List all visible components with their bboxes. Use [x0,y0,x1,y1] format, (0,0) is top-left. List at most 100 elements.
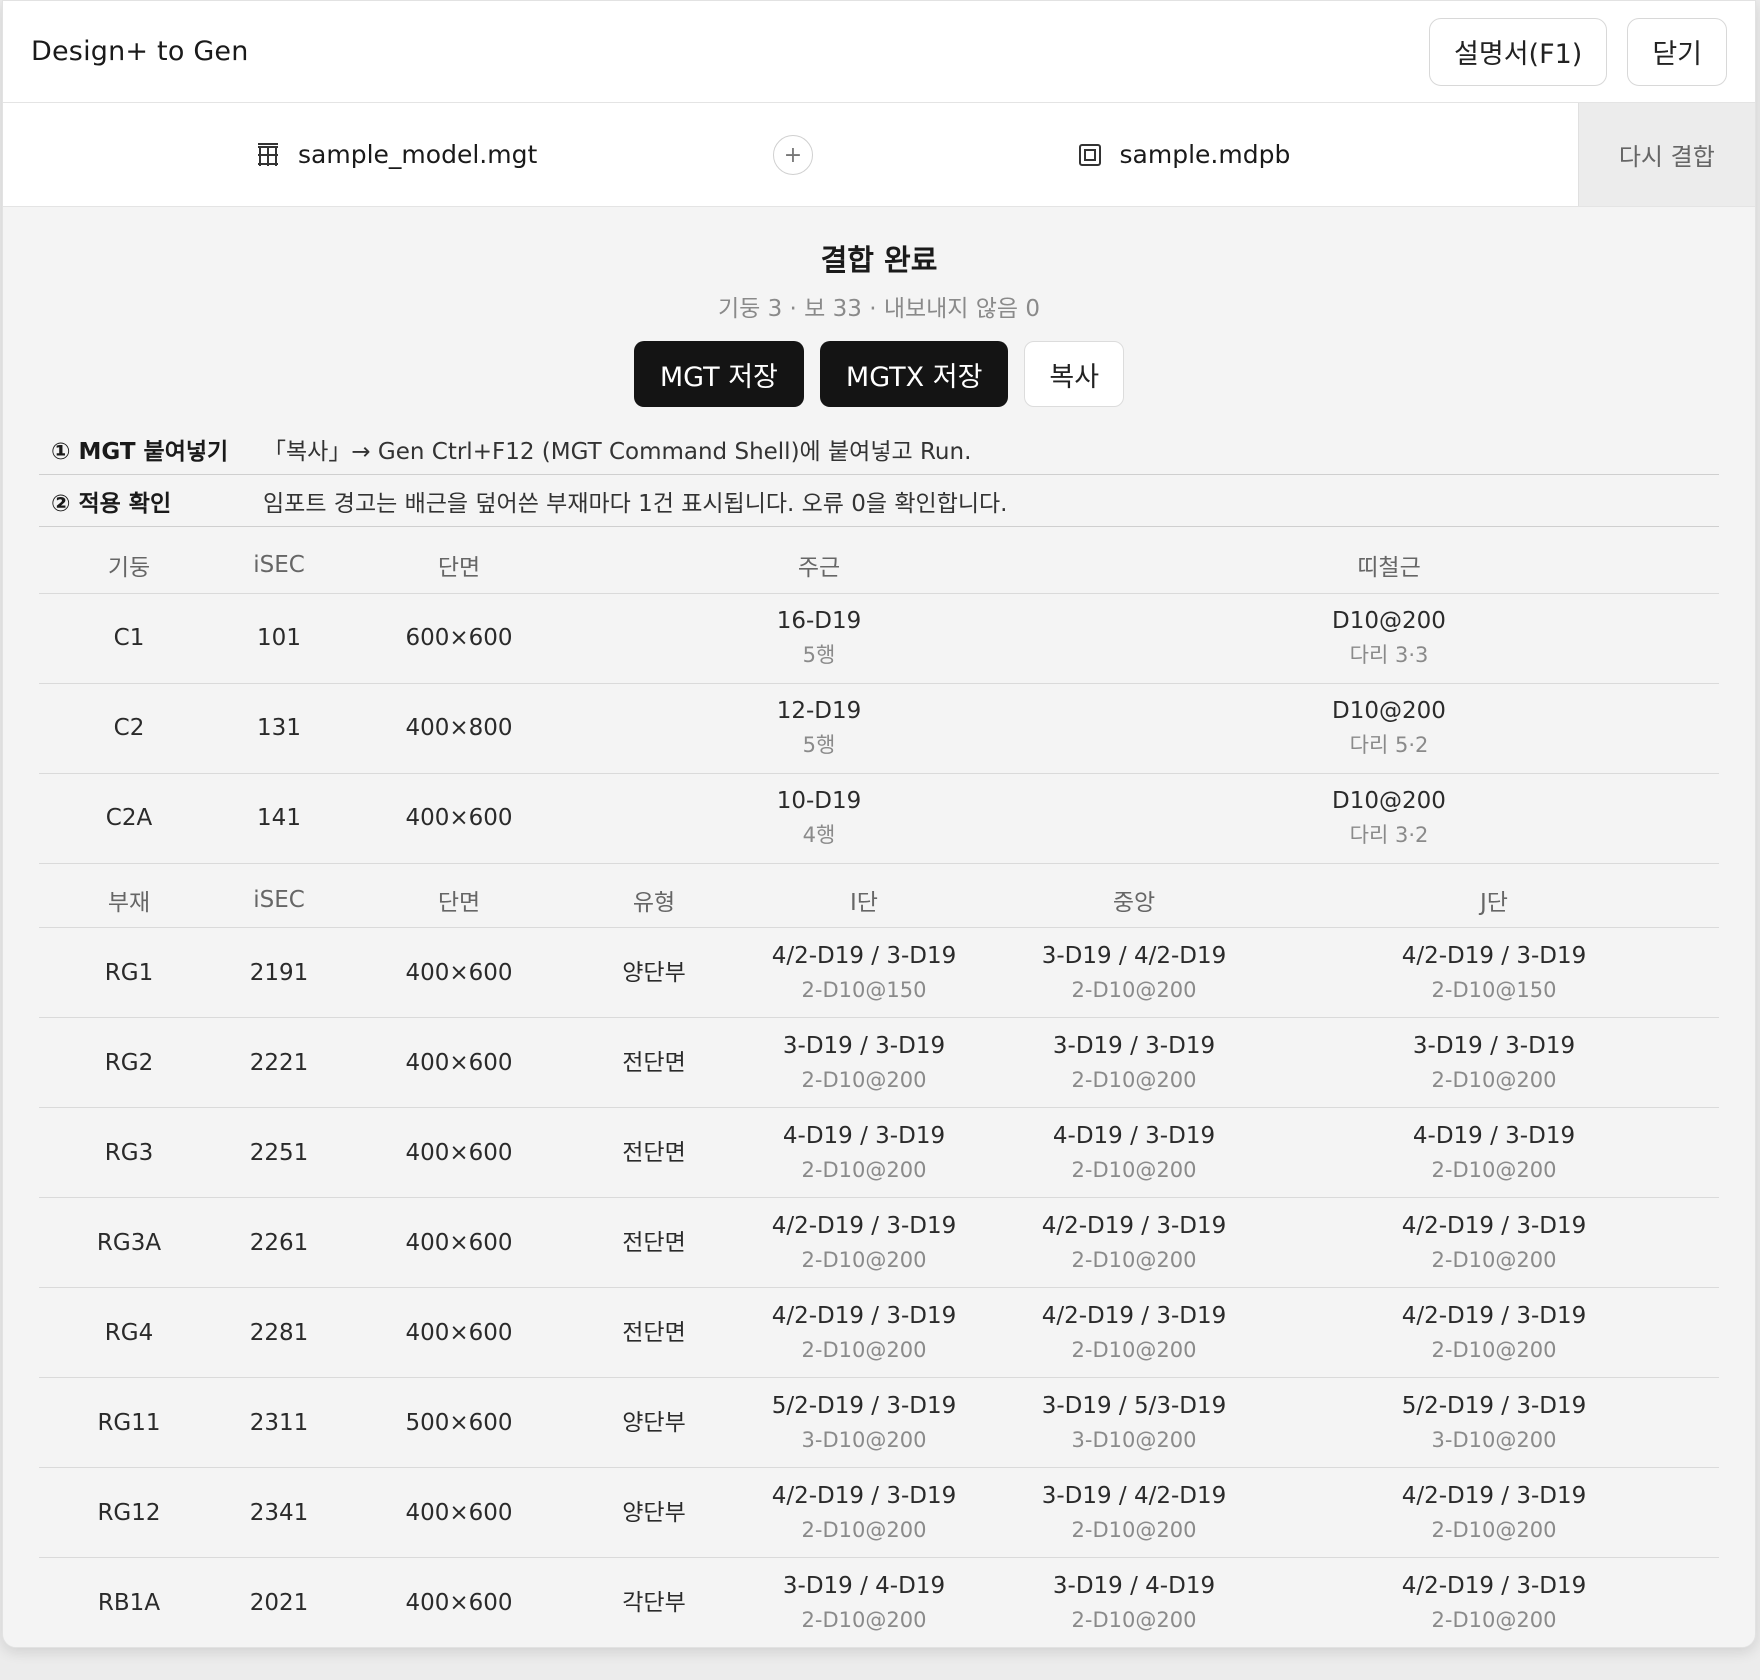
i-end-cell-detail: 2-D10@150 [801,977,927,1002]
i-end-cell-detail: 3-D10@200 [801,1427,927,1452]
mgt-file-slot[interactable]: sample_model.mgt [3,103,790,206]
title-actions: 설명서(F1) 닫기 [1429,17,1727,86]
isec-cell-value: 2261 [249,1229,309,1256]
main-rebar-cell-value: 12-D19 [776,698,862,724]
i-end-cell-detail: 2-D10@200 [801,1247,927,1272]
type-cell: 양단부 [579,1467,729,1558]
middle-cell-detail: 2-D10@200 [1071,1067,1197,1092]
section-cell-value: 500×600 [405,1409,513,1436]
member-cell-value: RG4 [104,1319,154,1346]
table-row[interactable]: C1 101 600×600 16-D19 5행 D10@200 다리 3·3 [39,593,1719,684]
file-bar: sample_model.mgt + sample.mdpb 다시 결합 [3,103,1755,207]
member-cell-value: RG12 [97,1499,161,1526]
table-row[interactable]: RG3A 2261 400×600 전단면 4/2-D19 / 3-D19 2-D10@2… [39,1197,1719,1288]
table-row[interactable]: RG11 2311 500×600 양단부 5/2-D19 / 3-D19 3-D10@2… [39,1377,1719,1468]
section-cell-value: 400×600 [405,805,513,831]
table-row[interactable]: C2 131 400×800 12-D19 5행 D10@200 다리 5·2 [39,683,1719,774]
middle-cell-detail: 2-D10@200 [1071,977,1197,1002]
middle-cell: 3-D19 / 4-D19 2-D10@200 [999,1557,1269,1647]
section-cell-value: 400×800 [405,715,513,741]
isec-cell-value: 2281 [249,1319,309,1346]
member-cell: RG1 [39,927,219,1018]
isec-cell-value: 2021 [249,1589,309,1616]
member-cell-value: C2 [113,715,145,741]
section-cell: 400×600 [339,1017,579,1108]
middle-cell-detail: 3-D10@200 [1071,1427,1197,1452]
copy-button[interactable]: 복사 [1024,341,1125,407]
table-row[interactable]: RG12 2341 400×600 양단부 4/2-D19 / 3-D19 2-D10@2… [39,1467,1719,1558]
type-cell-value: 전단면 [622,1229,686,1256]
isec-cell: 2251 [219,1107,339,1198]
app-title: Design+ to Gen [31,36,249,67]
middle-cell-value: 3-D19 / 3-D19 [1052,1032,1216,1059]
i-end-cell: 3-D19 / 4-D19 2-D10@200 [729,1557,999,1647]
type-cell-value: 양단부 [622,1499,686,1526]
column-header: 단면 [339,527,579,594]
tie-rebar-cell-detail: 다리 5·2 [1349,733,1429,757]
columns-header-row: 기둥 iSEC 단면 주근 띠철근 [39,527,1719,594]
table-row[interactable]: RG1 2191 400×600 양단부 4/2-D19 / 3-D19 2-D10@15… [39,927,1719,1018]
table-row[interactable]: C2A 141 400×600 10-D19 4행 D10@200 다리 3·2 [39,773,1719,864]
j-end-cell-detail: 2-D10@200 [1431,1067,1557,1092]
member-cell-value: RG3 [104,1139,154,1166]
j-end-cell-detail: 2-D10@150 [1431,977,1557,1002]
tie-rebar-cell-value: D10@200 [1332,608,1446,634]
type-cell-value: 전단면 [622,1319,686,1346]
section-cell: 500×600 [339,1377,579,1468]
i-end-cell-value: 4/2-D19 / 3-D19 [771,1302,957,1329]
manual-button[interactable]: 설명서(F1) [1429,17,1608,86]
isec-cell-value: 2251 [249,1139,309,1166]
column-header: I단 [729,863,999,928]
section-cell: 600×600 [339,593,579,684]
section-cell: 400×600 [339,1557,579,1647]
main-rebar-cell-detail: 5행 [802,733,836,757]
middle-cell: 4-D19 / 3-D19 2-D10@200 [999,1107,1269,1198]
i-end-cell-value: 4/2-D19 / 3-D19 [771,1212,957,1239]
i-end-cell-detail: 2-D10@200 [801,1337,927,1362]
close-button[interactable]: 닫기 [1627,17,1727,86]
step-text: 임포트 경고는 배근을 덮어쓴 부재마다 1건 표시됩니다. 오류 0을 확인합… [263,490,1008,517]
type-cell-value: 양단부 [622,1409,686,1436]
isec-cell: 2191 [219,927,339,1018]
table-row[interactable]: RB1A 2021 400×600 각단부 3-D19 / 4-D19 2-D10@200… [39,1557,1719,1647]
result-actions: MGT 저장 MGTX 저장 복사 [39,341,1719,407]
type-cell: 전단면 [579,1197,729,1288]
member-cell: RG3A [39,1197,219,1288]
isec-cell: 2221 [219,1017,339,1108]
member-cell-value: C1 [113,625,145,651]
save-mgt-button[interactable]: MGT 저장 [633,341,804,407]
main-rebar-cell: 12-D19 5행 [579,683,1059,774]
type-cell: 각단부 [579,1557,729,1647]
tie-rebar-cell-detail: 다리 3·2 [1349,823,1429,847]
section-cell-value: 600×600 [405,625,513,651]
i-end-cell: 4/2-D19 / 3-D19 2-D10@200 [729,1467,999,1558]
member-cell: C2A [39,773,219,864]
table-row[interactable]: RG4 2281 400×600 전단면 4/2-D19 / 3-D19 2-D10@20… [39,1287,1719,1378]
j-end-cell-value: 4/2-D19 / 3-D19 [1401,1482,1587,1509]
j-end-cell-detail: 2-D10@200 [1431,1157,1557,1182]
table-row[interactable]: RG2 2221 400×600 전단면 3-D19 / 3-D19 2-D10@200 3… [39,1017,1719,1108]
isec-cell: 131 [219,683,339,774]
i-end-cell-value: 4/2-D19 / 3-D19 [771,1482,957,1509]
j-end-cell: 4/2-D19 / 3-D19 2-D10@200 [1269,1287,1719,1378]
table-row[interactable]: RG3 2251 400×600 전단면 4-D19 / 3-D19 2-D10@200 4… [39,1107,1719,1198]
middle-cell-value: 3-D19 / 5/3-D19 [1041,1392,1227,1419]
j-end-cell: 4/2-D19 / 3-D19 2-D10@150 [1269,927,1719,1018]
column-header: J단 [1269,863,1719,928]
section-cell: 400×600 [339,1107,579,1198]
mdpb-file-slot[interactable]: sample.mdpb [790,103,1577,206]
main-rebar-cell-detail: 4행 [802,823,836,847]
columns-table: 기둥 iSEC 단면 주근 띠철근 C1 101 600×600 16-D19 5행 D1… [39,527,1719,864]
rejoin-button[interactable]: 다시 결합 [1577,103,1755,206]
section-cell-value: 400×600 [405,1139,513,1166]
middle-cell: 3-D19 / 5/3-D19 3-D10@200 [999,1377,1269,1468]
isec-cell-value: 2221 [249,1049,309,1076]
member-cell: RG12 [39,1467,219,1558]
middle-cell: 4/2-D19 / 3-D19 2-D10@200 [999,1197,1269,1288]
middle-cell-value: 4/2-D19 / 3-D19 [1041,1212,1227,1239]
isec-cell-value: 101 [257,625,301,651]
i-end-cell-value: 4-D19 / 3-D19 [782,1122,946,1149]
j-end-cell-detail: 2-D10@200 [1431,1337,1557,1362]
j-end-cell: 3-D19 / 3-D19 2-D10@200 [1269,1017,1719,1108]
save-mgtx-button[interactable]: MGTX 저장 [819,341,1009,407]
